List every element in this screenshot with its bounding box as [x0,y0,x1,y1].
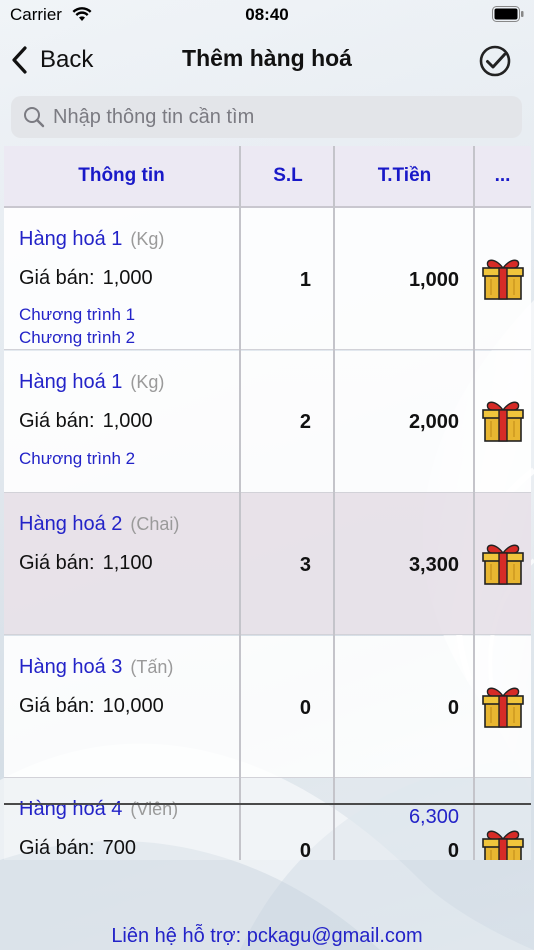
row-total-value: 0 [447,840,459,860]
column-divider [239,146,241,860]
status-time: 08:40 [245,5,289,24]
column-divider [333,146,335,860]
column-header-qty[interactable]: S.L [241,146,335,206]
product-price: Giá bán: 700 [19,837,136,859]
column-header-more[interactable]: ... [474,146,531,206]
row-total-value: 0 [447,697,459,719]
gift-icon[interactable] [481,826,525,860]
product-price: Giá bán: 1,100 [19,552,153,574]
support-contact[interactable]: Liên hệ hỗ trợ: pckagu@gmail.com [0,925,534,948]
search-input[interactable] [53,105,493,129]
summary-divider [4,803,531,805]
promo-item: Chương trình 2 [19,328,136,347]
table-row[interactable]: Hàng hoá 1 (Kg) Giá bán: 1,000 Chương trìn… [4,351,531,493]
product-table: Thông tin S.L T.Tiền ... Hàng hoá 1 (Kg) … [4,146,531,860]
product-price: Giá bán: 1,000 [19,267,153,289]
row-total-value: 3,300 [408,554,459,576]
quantity-value: 0 [299,697,311,719]
gift-icon[interactable] [481,540,525,586]
quantity-value: 3 [299,554,311,576]
product-unit: (Chai) [130,514,180,534]
product-unit: (Tấn) [130,657,174,677]
search-icon [24,107,45,128]
product-name: Hàng hoá 3 (Tấn) [19,656,174,678]
search-bar[interactable] [11,96,522,138]
gift-icon[interactable] [481,683,525,729]
promo-item: Chương trình 1 [19,305,136,324]
row-total-value: 1,000 [408,269,459,291]
gift-icon[interactable] [481,397,525,443]
quantity-value: 1 [299,269,311,291]
product-unit: (Viên) [130,799,179,819]
page-title: Thêm hàng hoá [182,45,352,71]
product-name: Hàng hoá 2 (Chai) [19,513,180,535]
quantity-value: 2 [299,411,311,433]
product-name: Hàng hoá 1 (Kg) [19,371,165,393]
product-unit: (Kg) [130,229,165,249]
column-header-info[interactable]: Thông tin [4,146,239,206]
status-bar: Carrier 08:40 [0,0,534,30]
product-name: Hàng hoá 4 (Viên) [19,798,179,820]
table-row[interactable]: Hàng hoá 3 (Tấn) Giá bán: 10,000 0 0 [4,636,531,778]
navigation-bar: Back Thêm hàng hoá [0,30,534,90]
column-divider [473,146,475,860]
battery-icon [492,6,524,22]
product-unit: (Kg) [130,372,165,392]
quantity-value: 0 [299,840,311,860]
row-total-value: 2,000 [408,411,459,433]
gift-icon[interactable] [481,255,525,301]
table-row-selected[interactable]: Hàng hoá 2 (Chai) Giá bán: 1,100 3 3,300 [4,493,531,635]
product-name: Hàng hoá 1 (Kg) [19,228,165,250]
grand-total-value: 6,300 [408,806,459,828]
table-header: Thông tin S.L T.Tiền ... [4,146,531,208]
product-price: Giá bán: 1,000 [19,410,153,432]
column-header-total[interactable]: T.Tiền [335,146,474,206]
promo-list: Chương trình 2 [19,447,135,470]
product-price: Giá bán: 10,000 [19,695,164,717]
table-row[interactable]: Hàng hoá 1 (Kg) Giá bán: 1,000 Chương trìn… [4,208,531,350]
confirm-check-icon[interactable] [478,44,512,78]
promo-list: Chương trình 1 Chương trình 2 [19,303,135,349]
promo-item: Chương trình 2 [19,449,136,468]
